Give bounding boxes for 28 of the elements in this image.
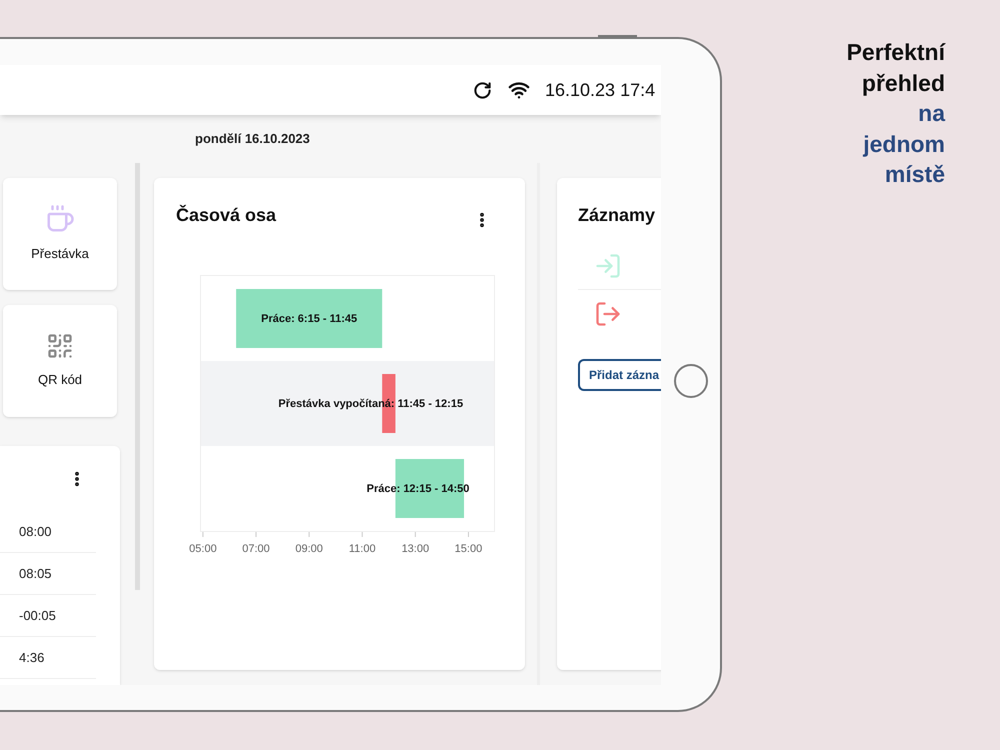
headline-line: přehled xyxy=(862,68,945,98)
card-title: Časová osa xyxy=(176,204,276,227)
summary-value: 08:00 xyxy=(19,522,52,541)
axis-tick-label: 05:00 xyxy=(189,543,217,555)
axis-tick-label: 13:00 xyxy=(402,543,430,555)
bar-label: Práce: 6:15 - 11:45 xyxy=(261,313,358,325)
date-label: pondělí 16.10.2023 xyxy=(195,130,310,148)
card-title: Záznamy xyxy=(578,204,656,227)
refresh-icon[interactable] xyxy=(473,80,492,100)
logout-icon xyxy=(594,300,622,328)
headline-line: jednom xyxy=(863,130,945,159)
axis-tick-label: 11:00 xyxy=(348,543,376,555)
add-record-button[interactable]: Přidat zázna xyxy=(578,359,661,391)
axis-tick-label: 09:00 xyxy=(295,543,323,555)
login-icon xyxy=(594,252,622,280)
headline-line: na xyxy=(918,99,945,128)
axis-tick-label: 15:00 xyxy=(454,543,482,555)
action-card[interactable]: QR kód xyxy=(3,305,117,417)
summary-value: 08:05 xyxy=(19,564,52,583)
summary-value: 4:36 xyxy=(19,648,44,667)
summary-value: -00:05 xyxy=(19,606,56,625)
axis-tick-label: 07:00 xyxy=(242,543,270,555)
cup-icon xyxy=(45,204,75,234)
headline-line: Perfektní xyxy=(846,38,945,67)
qr-code-icon xyxy=(46,332,74,360)
clock-text: 16.10.23 17:4 xyxy=(545,78,656,102)
action-card[interactable]: Přestávka xyxy=(3,178,117,290)
headline-line: místě xyxy=(884,160,945,189)
